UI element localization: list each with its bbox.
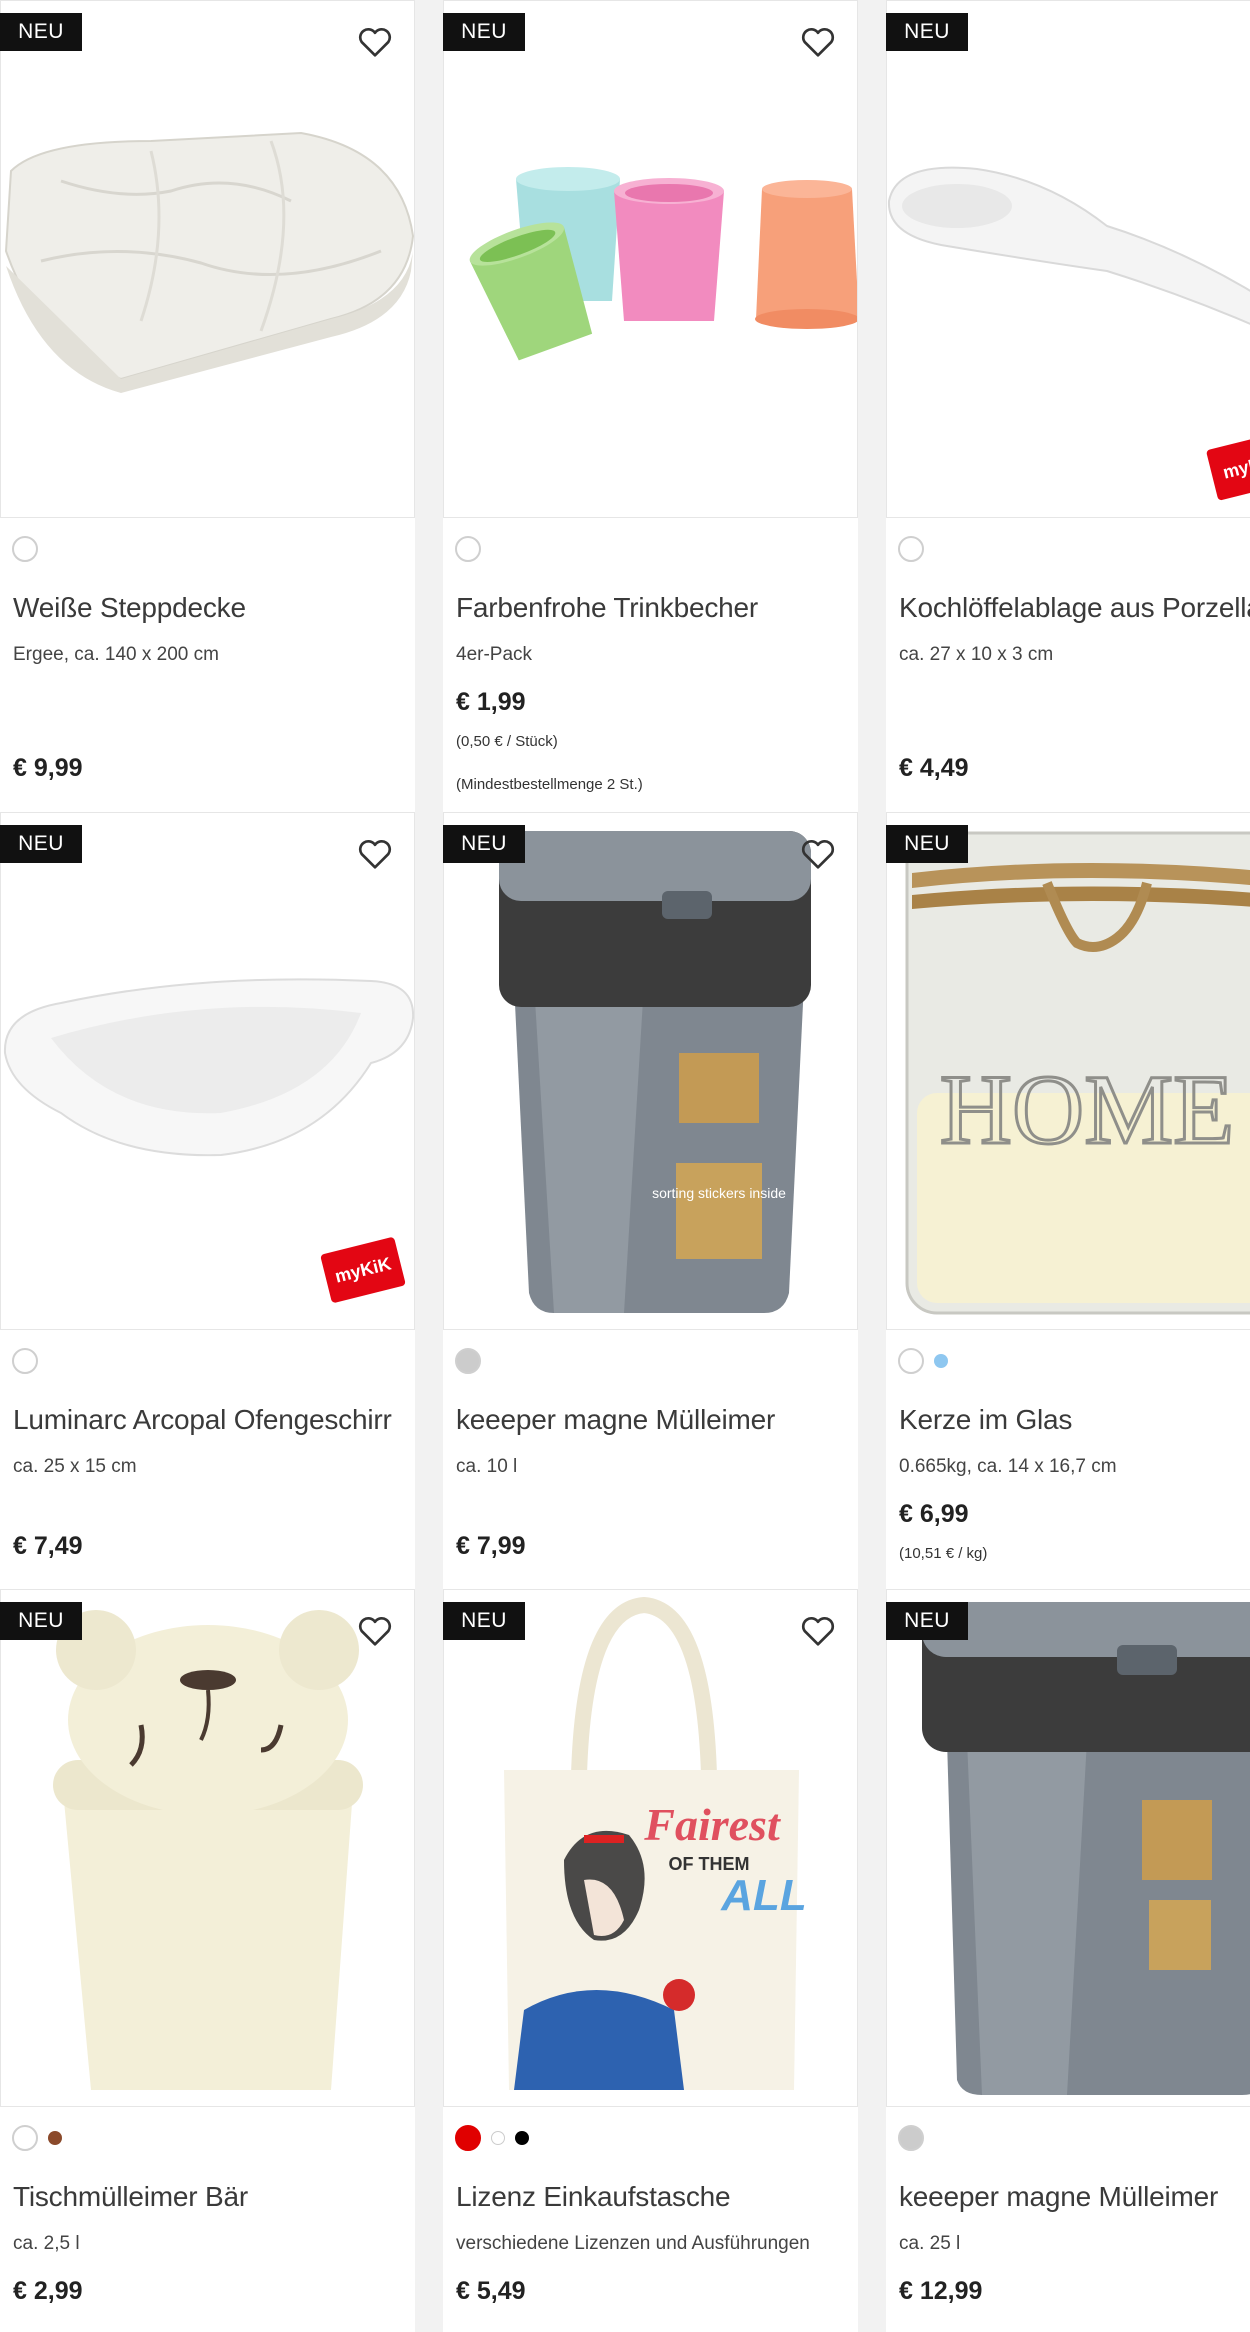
color-swatches bbox=[898, 534, 924, 564]
product-price: € 12,99 bbox=[899, 2277, 983, 2305]
product-subtitle: ca. 2,5 l bbox=[13, 2233, 80, 2254]
candle-jar-image: HOME bbox=[905, 831, 1250, 1315]
spoon-rest-image bbox=[887, 166, 1250, 325]
product-subtitle: Ergee, ca. 140 x 200 cm bbox=[13, 644, 219, 665]
product-grid: NEU Weiße Steppdecke Ergee, ca. 140 x 20… bbox=[0, 0, 1250, 2332]
color-swatches bbox=[898, 1346, 948, 1376]
tote-bag-image: Fairest OF THEM ALL bbox=[504, 1596, 807, 2090]
wishlist-heart-icon[interactable] bbox=[798, 22, 838, 62]
product-price: € 6,99 bbox=[899, 1500, 969, 1528]
product-price: € 7,99 bbox=[456, 1532, 526, 1560]
product-image[interactable]: Fairest OF THEM ALL bbox=[443, 1589, 858, 2107]
color-swatch[interactable] bbox=[12, 2125, 38, 2151]
product-subtitle: verschiedene Lizenzen und Ausführungen bbox=[456, 2233, 810, 2254]
trash-bin-image: sorting stickers inside bbox=[499, 831, 811, 1313]
color-swatch[interactable] bbox=[12, 536, 38, 562]
product-title[interactable]: Kerze im Glas bbox=[899, 1404, 1072, 1436]
product-image[interactable] bbox=[0, 0, 415, 518]
product-price: € 4,49 bbox=[899, 754, 969, 782]
product-card[interactable]: NEU Tischmülleimer Bär ca. 2,5 l € 2,99 bbox=[0, 1589, 415, 2332]
wishlist-heart-icon[interactable] bbox=[798, 1611, 838, 1651]
product-image[interactable]: sorting stickers inside bbox=[443, 812, 858, 1330]
color-swatches bbox=[12, 534, 38, 564]
product-price: € 1,99 bbox=[456, 688, 526, 716]
product-card[interactable]: NEU myKiK Luminarc Arcopal Ofengeschirr … bbox=[0, 812, 415, 1589]
product-image[interactable]: HOME bbox=[886, 812, 1250, 1330]
product-card[interactable]: NEU Weiße Steppdecke Ergee, ca. 140 x 20… bbox=[0, 0, 415, 812]
tote-print-line1: Fairest bbox=[643, 1799, 781, 1850]
min-order-note: (Mindestbestellmenge 2 St.) bbox=[456, 776, 643, 793]
color-swatches bbox=[455, 2123, 529, 2153]
new-badge: NEU bbox=[886, 13, 968, 51]
candle-jar-lettering: HOME bbox=[940, 1054, 1234, 1165]
tote-print-line3: ALL bbox=[720, 1871, 807, 1920]
new-badge: NEU bbox=[886, 825, 968, 863]
product-subtitle: 4er-Pack bbox=[456, 644, 533, 665]
color-swatch[interactable] bbox=[455, 536, 481, 562]
wishlist-heart-icon[interactable] bbox=[355, 22, 395, 62]
color-swatch[interactable] bbox=[898, 536, 924, 562]
product-card[interactable]: NEU myKiK Kochlöffelablage aus Porzellan… bbox=[886, 0, 1250, 812]
product-subtitle: ca. 25 x 15 cm bbox=[13, 1456, 137, 1477]
bear-bin-image bbox=[53, 1610, 363, 2090]
wishlist-heart-icon[interactable] bbox=[355, 1611, 395, 1651]
unit-price: (0,50 € / Stück) bbox=[456, 733, 558, 750]
bin-sticker-label: sorting stickers inside bbox=[652, 1185, 786, 1201]
color-swatch[interactable] bbox=[48, 2131, 62, 2145]
product-subtitle: ca. 25 l bbox=[899, 2233, 961, 2254]
color-swatch[interactable] bbox=[934, 1354, 948, 1368]
product-subtitle: ca. 27 x 10 x 3 cm bbox=[899, 644, 1054, 665]
color-swatch[interactable] bbox=[898, 1348, 924, 1374]
color-swatch[interactable] bbox=[491, 2131, 505, 2145]
product-title[interactable]: Tischmülleimer Bär bbox=[13, 2181, 248, 2213]
product-subtitle: 0.665kg, ca. 14 x 16,7 cm bbox=[899, 1456, 1117, 1477]
product-title[interactable]: Weiße Steppdecke bbox=[13, 592, 246, 624]
product-price: € 2,99 bbox=[13, 2277, 83, 2305]
new-badge: NEU bbox=[0, 825, 82, 863]
color-swatch[interactable] bbox=[455, 1348, 481, 1374]
color-swatches bbox=[12, 2123, 62, 2153]
color-swatches bbox=[455, 1346, 481, 1376]
color-swatch[interactable] bbox=[12, 1348, 38, 1374]
product-card[interactable]: NEU keeeper magne Mülleimer ca. 25 l € 1… bbox=[886, 1589, 1250, 2332]
product-title[interactable]: Farbenfrohe Trinkbecher bbox=[456, 592, 758, 624]
product-price: € 9,99 bbox=[13, 754, 83, 782]
product-title[interactable]: Luminarc Arcopal Ofengeschirr bbox=[13, 1404, 392, 1436]
product-image[interactable] bbox=[443, 0, 858, 518]
color-swatches bbox=[898, 2123, 924, 2153]
new-badge: NEU bbox=[443, 825, 525, 863]
product-card[interactable]: Fairest OF THEM ALL NEU Lizenz Einkaufst… bbox=[443, 1589, 858, 2332]
new-badge: NEU bbox=[886, 1602, 968, 1640]
product-title[interactable]: keeeper magne Mülleimer bbox=[456, 1404, 775, 1436]
product-title[interactable]: Kochlöffelablage aus Porzellan bbox=[899, 592, 1250, 624]
wishlist-heart-icon[interactable] bbox=[355, 834, 395, 874]
product-image[interactable] bbox=[886, 1589, 1250, 2107]
color-swatch[interactable] bbox=[455, 2125, 481, 2151]
new-badge: NEU bbox=[443, 1602, 525, 1640]
new-badge: NEU bbox=[0, 13, 82, 51]
wishlist-heart-icon[interactable] bbox=[798, 834, 838, 874]
product-price: € 7,49 bbox=[13, 1532, 83, 1560]
product-subtitle: ca. 10 l bbox=[456, 1456, 518, 1477]
product-image[interactable] bbox=[0, 1589, 415, 2107]
cups-image bbox=[469, 167, 857, 361]
unit-price: (10,51 € / kg) bbox=[899, 1545, 988, 1562]
new-badge: NEU bbox=[443, 13, 525, 51]
color-swatches bbox=[455, 534, 481, 564]
product-image[interactable] bbox=[886, 0, 1250, 518]
color-swatch[interactable] bbox=[515, 2131, 529, 2145]
new-badge: NEU bbox=[0, 1602, 82, 1640]
trash-bin-image bbox=[922, 1602, 1250, 2095]
product-card[interactable]: sorting stickers inside NEU keeeper magn… bbox=[443, 812, 858, 1589]
duvet-image bbox=[4, 131, 414, 393]
color-swatch[interactable] bbox=[898, 2125, 924, 2151]
product-title[interactable]: keeeper magne Mülleimer bbox=[899, 2181, 1218, 2213]
product-price: € 5,49 bbox=[456, 2277, 526, 2305]
color-swatches bbox=[12, 1346, 38, 1376]
product-card[interactable]: NEU Farbenfrohe Trinkbecher 4er-Pack € 1… bbox=[443, 0, 858, 812]
product-card[interactable]: HOME NEU Kerze im Glas 0.665kg, ca. 14 x… bbox=[886, 812, 1250, 1589]
product-title[interactable]: Lizenz Einkaufstasche bbox=[456, 2181, 731, 2213]
